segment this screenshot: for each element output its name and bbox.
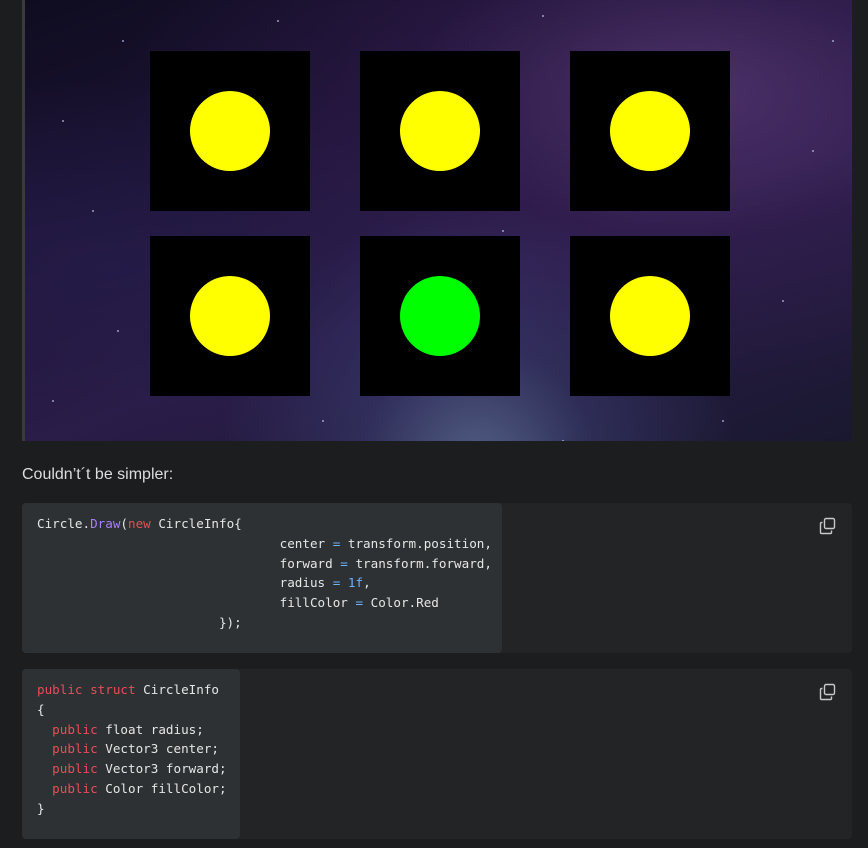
star <box>542 15 544 17</box>
code-token: float radius; <box>97 721 204 737</box>
code-token: Color fillColor; <box>97 780 227 796</box>
code-line: public struct CircleInfo <box>37 680 225 700</box>
code-line: Circle.Draw(new CircleInfo{ <box>37 514 487 534</box>
code-token: Circle. <box>37 516 91 531</box>
code-token: public <box>52 780 98 796</box>
code-token: , <box>363 575 371 591</box>
code-token: struct <box>90 682 136 697</box>
circle-shape <box>610 91 690 171</box>
code-line: public Vector3 center; <box>37 739 225 759</box>
code-token: center <box>37 535 333 551</box>
circle-tile <box>150 51 310 211</box>
code-line: public float radius; <box>37 720 225 740</box>
code-token: new <box>128 516 151 531</box>
star <box>92 210 94 212</box>
code-token: public <box>37 682 83 697</box>
star <box>52 400 54 402</box>
code-token: Vector3 forward; <box>97 761 227 777</box>
code-token: ( <box>120 516 129 531</box>
code-token: 1f <box>347 575 364 591</box>
star <box>122 40 124 42</box>
code-token: = <box>355 595 364 611</box>
circle-shape <box>190 276 270 356</box>
circle-shape <box>400 276 480 356</box>
code-line: radius = 1f, <box>37 573 487 593</box>
code-token: public <box>52 741 98 757</box>
code-block-2: public struct CircleInfo{ public float r… <box>22 669 852 839</box>
code-token: public <box>52 721 98 737</box>
code-token: radius <box>37 575 333 591</box>
caption-text: Couldn’t´t be simpler: <box>22 466 174 483</box>
circle-tile <box>570 51 730 211</box>
embedded-screenshot <box>22 0 852 441</box>
code-line: fillColor = Color.Red <box>37 593 487 613</box>
star <box>502 230 504 232</box>
star <box>722 420 724 422</box>
code-content-2: public struct CircleInfo{ public float r… <box>22 669 240 839</box>
code-token: Color.Red <box>363 595 439 611</box>
circle-shape <box>400 91 480 171</box>
star <box>277 20 279 22</box>
star <box>117 330 119 332</box>
code-token: CircleInfo{ <box>150 516 242 531</box>
circle-shape <box>610 276 690 356</box>
code-line: center = transform.position, <box>37 534 492 554</box>
star <box>782 300 784 302</box>
code-token: transform.forward, <box>347 555 492 571</box>
star <box>812 150 814 152</box>
star <box>832 40 834 42</box>
code-line: public Vector3 forward; <box>37 759 227 779</box>
circle-tile <box>570 236 730 396</box>
code-line: forward = transform.forward, <box>37 554 492 574</box>
image-left-border <box>22 0 25 441</box>
code-token: } <box>37 800 45 816</box>
star <box>322 420 324 422</box>
code-token: fillColor <box>37 595 356 611</box>
code-token: }); <box>37 614 242 630</box>
code-token: CircleInfo <box>135 682 219 697</box>
code-token: Vector3 center; <box>97 741 219 757</box>
code-token: forward <box>37 555 341 571</box>
code-content-1: Circle.Draw(new CircleInfo{ center = tra… <box>22 503 502 653</box>
star <box>562 440 564 441</box>
code-token: Draw <box>90 516 121 531</box>
code-block-1: Circle.Draw(new CircleInfo{ center = tra… <box>22 503 852 653</box>
circle-tile <box>360 51 520 211</box>
circle-shape <box>190 91 270 171</box>
code-line: public Color fillColor; <box>37 779 227 799</box>
copy-icon[interactable] <box>819 517 837 535</box>
code-token: transform.position, <box>340 535 492 551</box>
code-token: = <box>340 555 348 571</box>
code-line: { <box>37 700 225 720</box>
code-token: public <box>52 761 98 777</box>
star <box>62 120 64 122</box>
code-token: { <box>37 701 45 717</box>
code-line: }); <box>37 613 487 633</box>
code-line: } <box>37 799 225 819</box>
circle-tile <box>360 236 520 396</box>
circle-tile <box>150 236 310 396</box>
copy-icon[interactable] <box>819 683 837 701</box>
